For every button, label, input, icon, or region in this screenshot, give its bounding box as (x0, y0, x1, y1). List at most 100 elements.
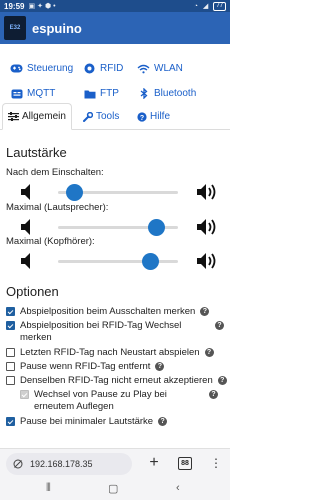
nav-label: Bluetooth (154, 88, 197, 99)
volume-slider-row (0, 181, 230, 203)
settings-tabs: Allgemein Tools ? Hilfe (0, 102, 230, 130)
more-dots-icon: • (53, 2, 56, 10)
status-bar: 19:59 ▣ ✦ ⬢ • ◔ ◢ 77 (0, 0, 230, 12)
volume-slider-headphone-max[interactable] (58, 253, 178, 270)
volume-slider-speaker-max[interactable] (58, 219, 178, 236)
help-icon[interactable]: ? (217, 376, 227, 385)
nav-label: RFID (100, 63, 124, 74)
checkbox[interactable] (6, 321, 15, 330)
notification-icon: ▣ (28, 3, 36, 10)
nav-ftp[interactable]: FTP (83, 88, 119, 99)
address-bar[interactable]: 192.168.178.35 (6, 452, 132, 475)
checkbox[interactable] (6, 417, 15, 426)
slider-thumb[interactable] (148, 219, 166, 236)
app-header: E32 espuino (0, 12, 230, 44)
nav-row: Steuerung RFID WLAN (0, 56, 230, 81)
tab-label: Hilfe (150, 111, 171, 122)
tab-allgemein[interactable]: Allgemein (2, 103, 72, 130)
sliders-icon (8, 112, 19, 121)
tab-label: Allgemein (22, 111, 66, 122)
wrench-icon (83, 111, 93, 122)
nav-mqtt[interactable]: MQTT (10, 88, 55, 99)
option-item[interactable]: Abspielposition beim Ausschalten merken … (6, 306, 228, 318)
volume-low-icon (20, 252, 36, 275)
option-label: Letzten RFID-Tag nach Neustart abspielen (20, 347, 200, 358)
nav-label: WLAN (154, 63, 183, 74)
back-icon[interactable]: ‹ (176, 482, 180, 494)
option-item[interactable]: Pause bei minimaler Lautstärke ? (6, 416, 228, 428)
recent-apps-icon[interactable]: ⦀ (46, 482, 51, 495)
volume-high-icon (196, 218, 220, 241)
mqtt-icon (10, 88, 23, 99)
slider-label: Maximal (Kopfhörer): (6, 236, 95, 247)
help-icon[interactable]: ? (209, 390, 218, 399)
nav-wlan[interactable]: WLAN (137, 63, 183, 74)
volume-high-icon (196, 252, 220, 275)
help-icon[interactable]: ? (204, 348, 214, 357)
folder-icon (83, 88, 96, 99)
checkbox-disabled (20, 390, 29, 399)
tab-label: Tools (96, 111, 120, 122)
checkbox[interactable] (6, 362, 15, 371)
tab-hilfe[interactable]: ? Hilfe (132, 103, 175, 130)
slider-thumb[interactable] (142, 253, 160, 270)
rfid-icon (83, 63, 96, 74)
not-secure-icon (13, 459, 23, 469)
nav-label: FTP (100, 88, 119, 99)
system-nav-bar: ⦀ ▢ ‹ (0, 478, 230, 500)
battery-indicator: 77 (213, 1, 226, 11)
checkbox[interactable] (6, 307, 15, 316)
option-label: Denselben RFID-Tag nicht erneut akzeptie… (20, 375, 213, 386)
option-item[interactable]: Denselben RFID-Tag nicht erneut akzeptie… (6, 375, 228, 387)
svg-text:?: ? (140, 114, 144, 121)
volume-heading: Lautstärke (6, 145, 67, 160)
volume-slider-row (0, 250, 230, 272)
help-icon[interactable]: ? (200, 307, 210, 316)
options-heading: Optionen (6, 284, 59, 299)
option-item-sub: Wechsel von Pause zu Play bei erneutem A… (20, 389, 226, 413)
wifi-status-icon: ◔ (193, 2, 198, 10)
checkbox[interactable] (6, 376, 15, 385)
home-icon[interactable]: ▢ (108, 482, 118, 495)
signal-icon: ◢ (202, 3, 209, 10)
option-label: Wechsel von Pause zu Play bei erneutem A… (34, 389, 167, 412)
status-time: 19:59 (4, 1, 25, 11)
wifi-icon (137, 63, 150, 74)
nav-rfid[interactable]: RFID (83, 63, 123, 74)
nav-bluetooth[interactable]: Bluetooth (137, 88, 196, 99)
bluetooth-icon (137, 88, 150, 99)
main-nav: Steuerung RFID WLAN MQTT FTP Bluetooth (0, 56, 230, 106)
volume-slider-row (0, 216, 230, 238)
app-title: espuino (32, 20, 82, 36)
more-menu-icon[interactable]: ⋮ (210, 456, 222, 470)
slider-label: Maximal (Lautsprecher): (6, 202, 109, 213)
option-item[interactable]: Abspielposition bei RFID-Tag Wechsel mer… (6, 320, 228, 344)
option-label: Abspielposition beim Ausschalten merken (20, 306, 196, 317)
notification-icon: ✦ (37, 3, 43, 10)
option-label: Abspielposition bei RFID-Tag Wechsel mer… (20, 320, 182, 343)
slider-thumb[interactable] (65, 184, 83, 201)
volume-high-icon (196, 183, 220, 206)
new-tab-button[interactable]: + (146, 454, 162, 472)
notification-icon: ⬢ (44, 3, 52, 10)
controller-icon (10, 63, 23, 74)
help-icon[interactable]: ? (158, 417, 168, 426)
option-item[interactable]: Pause wenn RFID-Tag entfernt ? (6, 361, 228, 373)
tab-switcher-button[interactable]: 88 (178, 457, 192, 470)
nav-label: MQTT (27, 88, 56, 99)
browser-toolbar: 192.168.178.35 + 88 ⋮ (0, 448, 230, 478)
url-text: 192.168.178.35 (30, 458, 93, 469)
help-icon[interactable]: ? (215, 321, 224, 330)
option-label: Pause bei minimaler Lautstärke (20, 416, 154, 427)
checkbox[interactable] (6, 348, 15, 357)
tab-tools[interactable]: Tools (78, 103, 124, 130)
slider-label: Nach dem Einschalten: (6, 167, 104, 178)
nav-label: Steuerung (27, 63, 74, 74)
nav-steuerung[interactable]: Steuerung (10, 63, 73, 74)
app-logo: E32 (4, 16, 26, 40)
help-icon: ? (137, 111, 147, 122)
volume-slider-startup[interactable] (58, 184, 178, 201)
help-icon[interactable]: ? (155, 362, 165, 371)
option-item[interactable]: Letzten RFID-Tag nach Neustart abspielen… (6, 347, 228, 359)
option-label: Pause wenn RFID-Tag entfernt (20, 361, 151, 372)
